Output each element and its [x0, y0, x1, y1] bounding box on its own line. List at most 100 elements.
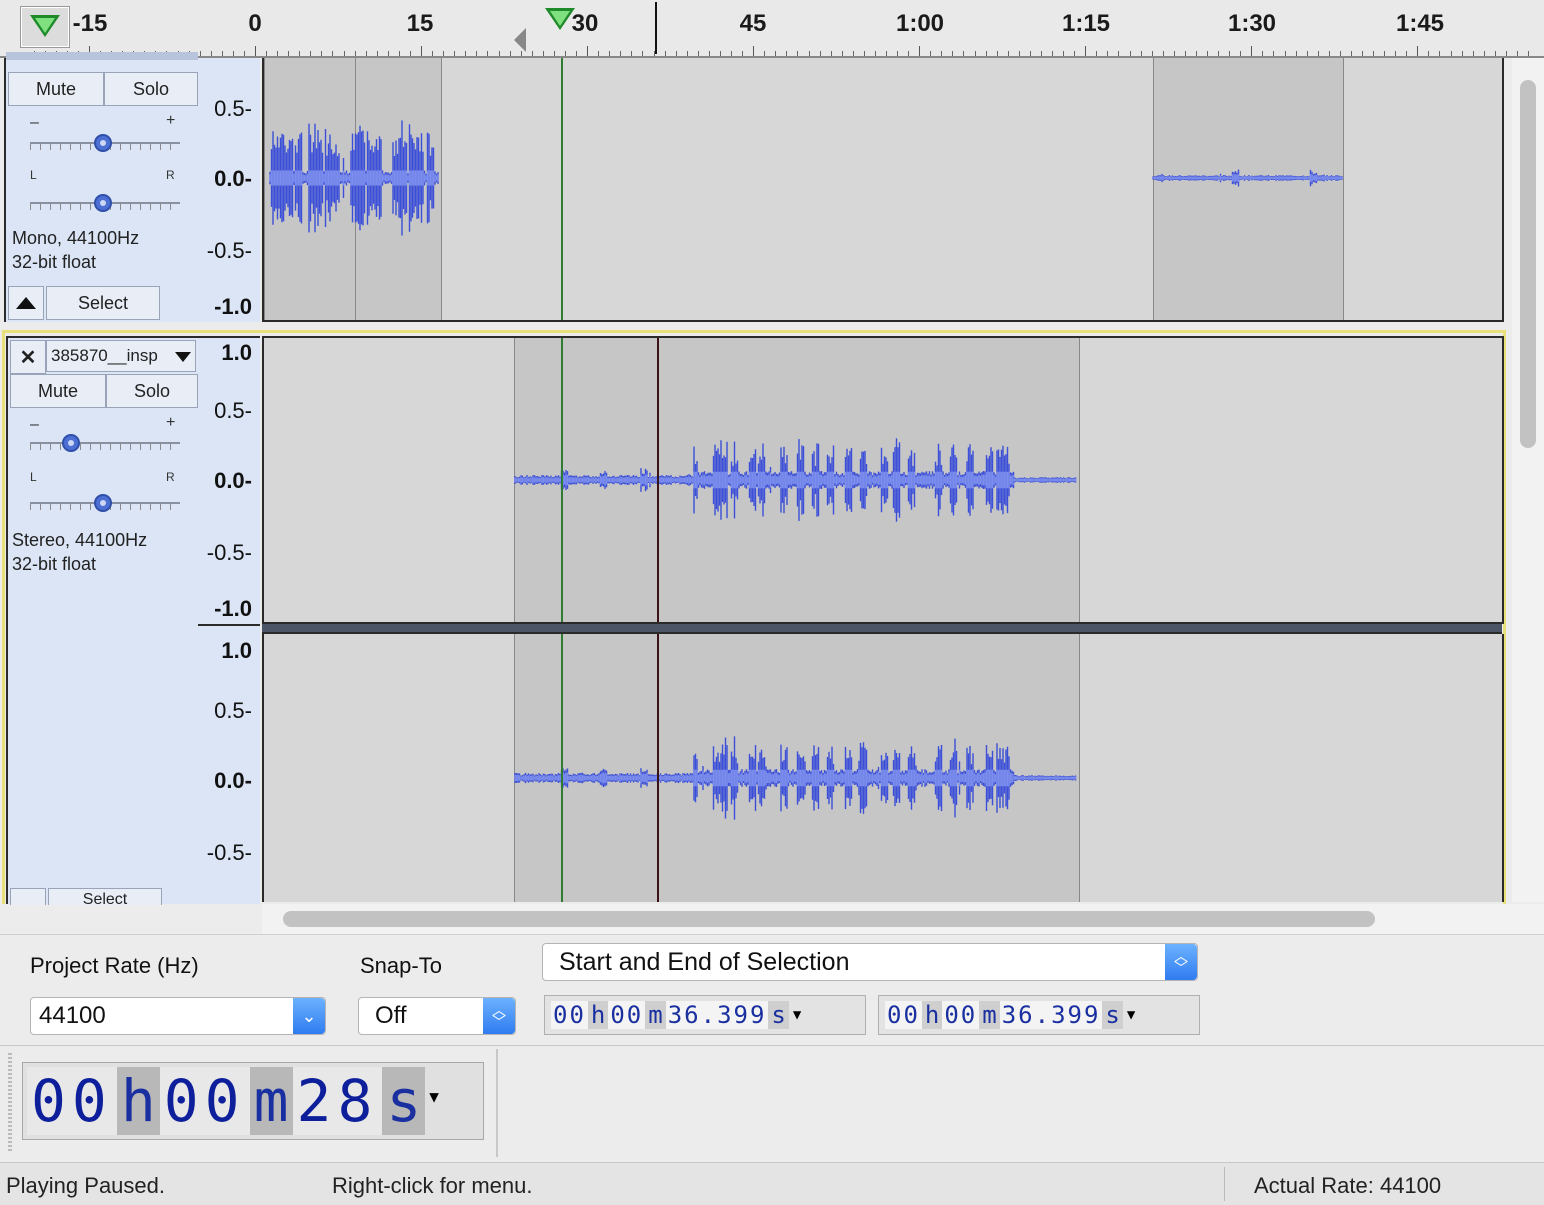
ruler-tick [631, 51, 633, 56]
selection-start-marker-icon[interactable] [514, 28, 526, 52]
ruler-tick [1195, 51, 1197, 56]
gain-slider-knob[interactable] [62, 434, 80, 452]
ruler-tick [1384, 51, 1386, 56]
ruler-tick [775, 51, 777, 56]
ruler-tick [498, 51, 500, 56]
play-at-speed-marker-button[interactable] [20, 6, 70, 48]
ruler-tick [1129, 51, 1131, 56]
ruler-tick [1029, 51, 1031, 56]
chevron-down-icon[interactable]: ⌄ [293, 998, 325, 1034]
ruler-tick [343, 51, 345, 56]
ruler-tick [288, 51, 290, 56]
track-waveform-area[interactable] [262, 58, 1504, 322]
ruler-tick [642, 51, 644, 56]
track-waveform-area[interactable] [262, 336, 1504, 624]
ruler-tick [598, 51, 600, 56]
collapse-track-button[interactable] [8, 286, 44, 320]
ruler-tick [719, 51, 721, 56]
hours-digits[interactable]: 00 [885, 1001, 922, 1029]
timeline-ruler[interactable]: -15 0 15 30 45 1:00 1:15 1:30 1:45 [0, 0, 1544, 58]
ruler-tick [764, 51, 766, 56]
pan-slider-knob[interactable] [94, 194, 112, 212]
ruler-tick [332, 51, 334, 56]
edit-cursor-line [657, 634, 659, 902]
seconds-unit: s [382, 1067, 426, 1135]
play-position-line [561, 338, 563, 624]
track-format-line: Mono, 44100Hz [12, 228, 140, 248]
format-menu-arrow-icon[interactable]: ▼ [793, 1007, 801, 1023]
mute-button[interactable]: Mute [8, 72, 104, 106]
audio-position-time[interactable]: 00 h 00 m 28 s ▼ [22, 1062, 484, 1140]
snap-to-select[interactable]: Off ︿ ﹀ [358, 997, 516, 1035]
track-name-menu[interactable] [6, 52, 198, 60]
ruler-tick [963, 51, 965, 56]
selection-start-time[interactable]: 00 h 00 m 36.399 s ▼ [544, 995, 866, 1035]
seconds-digits[interactable]: 36.399 [665, 1001, 769, 1029]
ruler-tick [387, 51, 389, 56]
ruler-tick [1140, 51, 1142, 56]
vertical-scrollbar-thumb[interactable] [1520, 80, 1536, 448]
ruler-tick [941, 51, 943, 56]
minutes-digits[interactable]: 00 [942, 1001, 980, 1029]
ruler-tick [199, 51, 201, 56]
hours-unit: h [587, 1001, 609, 1029]
hours-unit: h [116, 1067, 160, 1135]
up-down-chevron-icon[interactable]: ︿ ﹀ [483, 998, 515, 1034]
snap-to-label: Snap-To [360, 953, 442, 978]
minutes-digits[interactable]: 00 [159, 1067, 250, 1135]
ruler-tick [609, 51, 611, 56]
collapse-track-button[interactable] [10, 888, 46, 905]
ruler-tick [1107, 51, 1109, 56]
track-sample-format: 32-bit float [12, 554, 97, 574]
ruler-tick [653, 51, 655, 56]
track-format-info: Mono, 44100Hz 32-bit float [12, 226, 139, 274]
amplitude-label: -0.5- [206, 238, 252, 263]
ruler-tick [310, 51, 312, 56]
play-head-icon [30, 15, 60, 37]
gain-slider[interactable] [30, 442, 180, 444]
pan-left-label: L [30, 470, 37, 484]
ruler-tick [830, 51, 832, 56]
up-down-chevron-icon[interactable]: ︿ ﹀ [1165, 944, 1197, 980]
pan-right-label: R [166, 470, 175, 484]
toolbar-grabber[interactable] [8, 1053, 12, 1153]
track-waveform-area[interactable] [262, 634, 1504, 902]
gain-plus-label: + [166, 414, 176, 431]
pan-slider-knob[interactable] [94, 494, 112, 512]
seconds-digits[interactable]: 28 [292, 1067, 383, 1135]
ruler-tick [1483, 51, 1485, 56]
selection-end-time[interactable]: 00 h 00 m 36.399 s ▼ [878, 995, 1200, 1035]
format-menu-arrow-icon[interactable]: ▼ [1127, 1007, 1135, 1023]
ruler-tick [1262, 51, 1264, 56]
hours-digits[interactable]: 00 [27, 1067, 117, 1135]
gain-minus-label: – [30, 416, 39, 433]
ruler-tick [1328, 51, 1330, 56]
ruler-tick [1118, 51, 1120, 56]
hours-digits[interactable]: 00 [551, 1001, 588, 1029]
ruler-tick [409, 51, 411, 56]
horizontal-scrollbar-thumb[interactable] [283, 911, 1375, 927]
selection-mode-select[interactable]: Start and End of Selection ︿ ﹀ [542, 943, 1198, 981]
close-track-button[interactable]: ✕ [10, 340, 46, 374]
track-name-menu-button[interactable]: 385870__insp [46, 340, 196, 372]
pan-left-label: L [30, 168, 37, 182]
format-menu-arrow-icon[interactable]: ▼ [429, 1087, 439, 1106]
playback-position-icon [545, 8, 575, 30]
toolbar-divider [496, 1049, 498, 1157]
solo-button[interactable]: Solo [106, 374, 198, 408]
mute-button[interactable]: Mute [10, 374, 106, 408]
ruler-tick [232, 51, 234, 56]
gain-slider-knob[interactable] [94, 134, 112, 152]
ruler-tick [1494, 51, 1496, 56]
select-track-button[interactable]: Select [46, 286, 160, 320]
select-track-button[interactable]: Select [48, 888, 162, 905]
solo-button[interactable]: Solo [104, 72, 198, 106]
ruler-tick [874, 51, 876, 56]
ruler-label: 45 [739, 10, 767, 37]
ruler-tick [1472, 51, 1474, 56]
minutes-digits[interactable]: 00 [608, 1001, 646, 1029]
ruler-tick [587, 46, 589, 56]
seconds-digits[interactable]: 36.399 [999, 1001, 1103, 1029]
project-rate-combo[interactable]: 44100 ⌄ [30, 997, 326, 1035]
ruler-tick [1184, 51, 1186, 56]
